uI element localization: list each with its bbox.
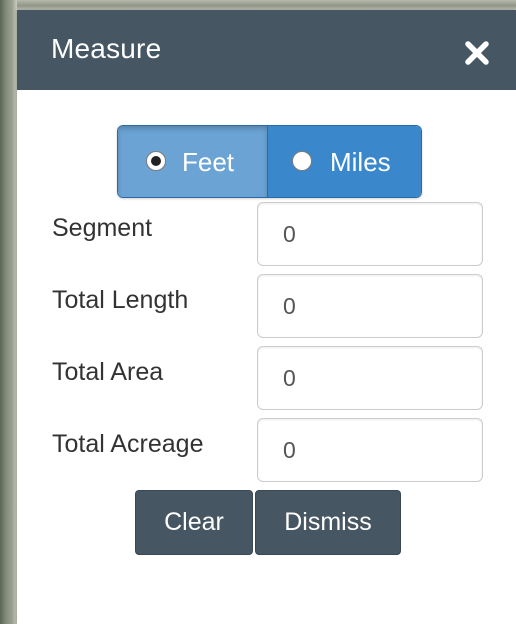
total-length-label: Total Length	[52, 286, 189, 314]
close-icon	[465, 41, 489, 65]
feet-label: Feet	[182, 147, 235, 177]
total-area-field[interactable]	[257, 346, 483, 410]
total-acreage-field[interactable]	[257, 418, 483, 482]
close-button[interactable]	[464, 40, 490, 66]
feet-radio[interactable]	[146, 151, 166, 171]
dismiss-button[interactable]: Dismiss	[255, 490, 401, 555]
segment-label: Segment	[52, 214, 153, 242]
unit-toggle-group: Feet Miles	[117, 125, 422, 198]
panel-title: Measure	[51, 33, 162, 64]
miles-label: Miles	[330, 147, 391, 177]
unit-option-miles[interactable]: Miles	[268, 126, 421, 197]
total-length-field[interactable]	[257, 274, 483, 338]
unit-option-feet[interactable]: Feet	[118, 126, 268, 197]
total-area-label: Total Area	[52, 358, 164, 386]
miles-radio[interactable]	[292, 151, 312, 171]
clear-button[interactable]: Clear	[135, 490, 253, 555]
segment-field[interactable]	[257, 202, 483, 266]
measure-panel: Measure Feet Miles Segment Total Length …	[17, 10, 516, 624]
panel-header: Measure	[17, 10, 516, 90]
total-acreage-label: Total Acreage	[52, 430, 204, 458]
